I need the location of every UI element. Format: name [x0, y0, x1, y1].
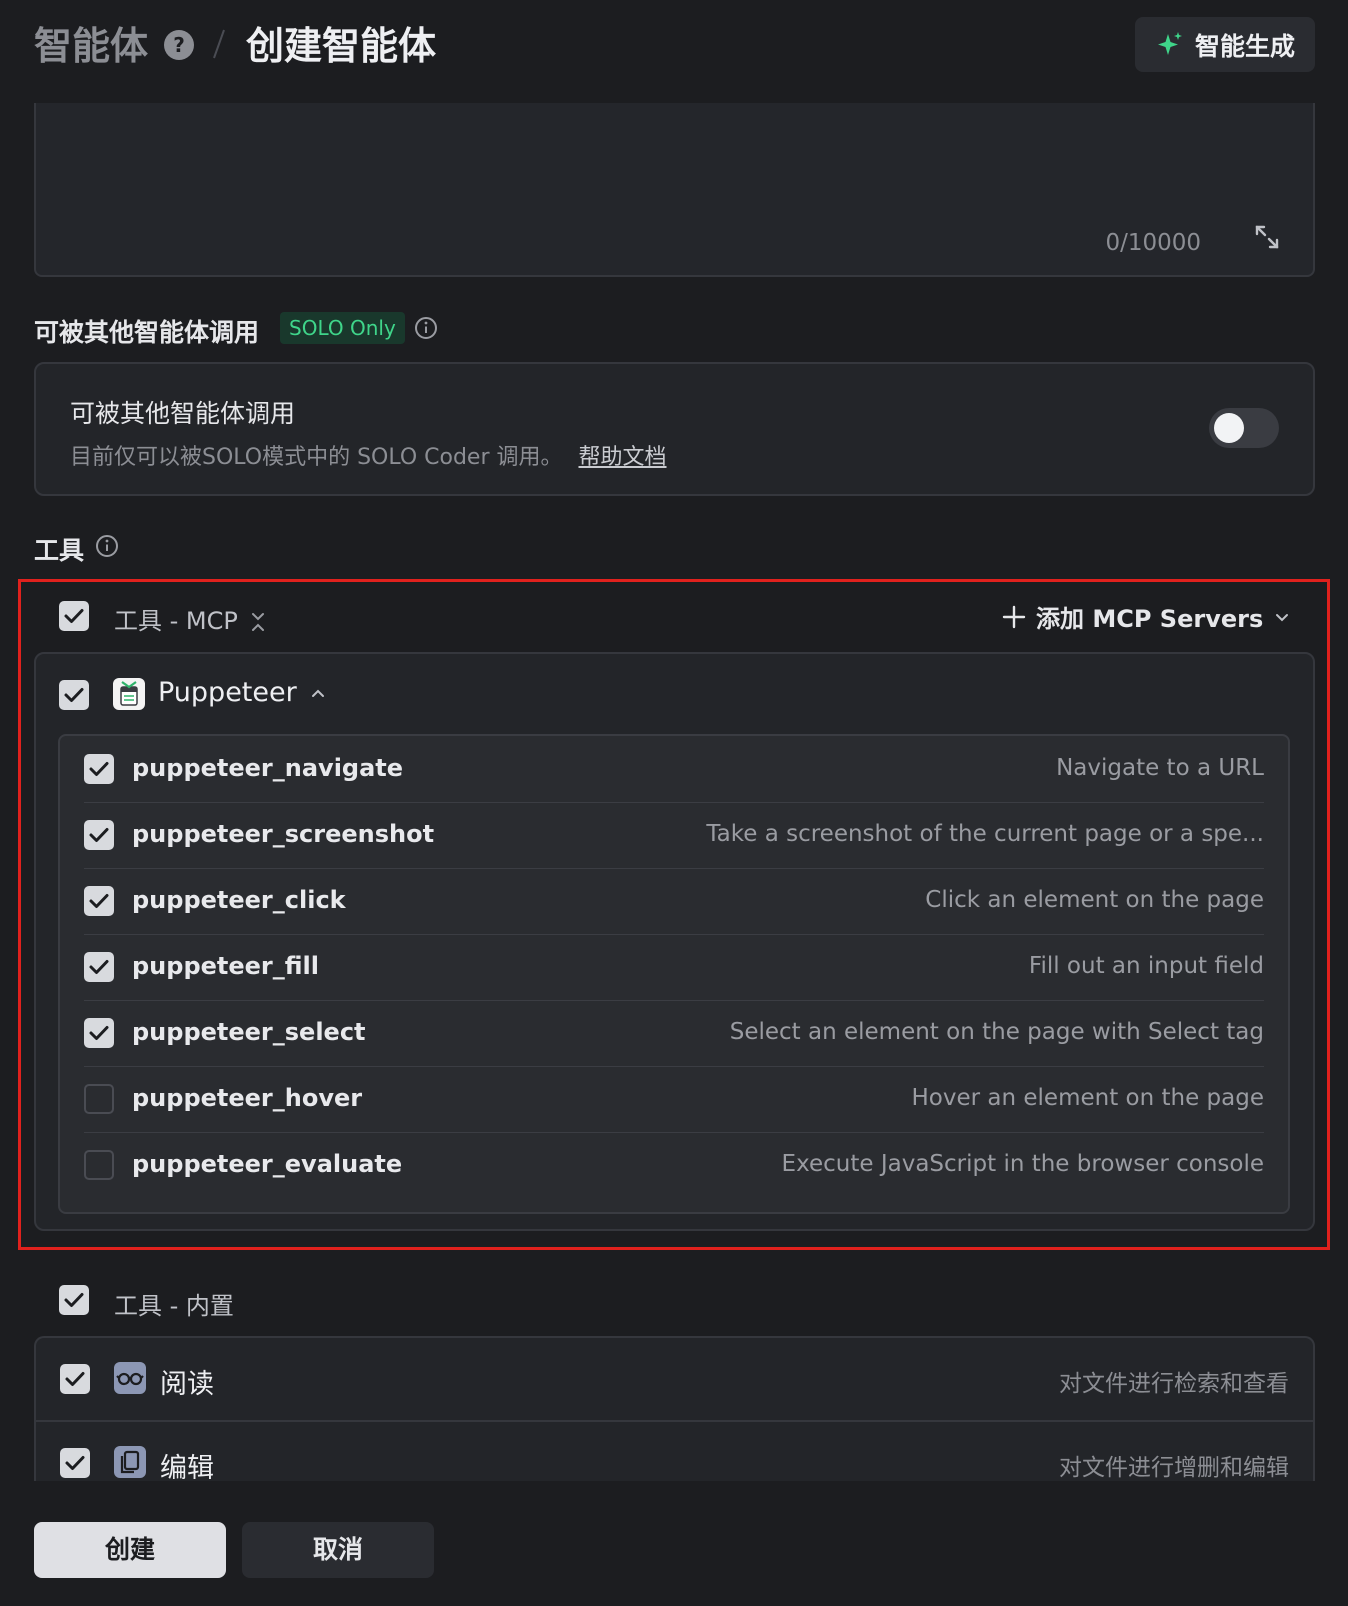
callable-card: 可被其他智能体调用 目前仅可以被SOLO模式中的 SOLO Coder 调用。帮… [34, 362, 1315, 496]
info-icon[interactable] [95, 534, 119, 558]
smart-generate-label: 智能生成 [1194, 31, 1295, 61]
cancel-button[interactable]: 取消 [242, 1522, 434, 1578]
prompt-textarea[interactable]: 0/10000 [34, 103, 1315, 277]
breadcrumb-separator [213, 29, 225, 59]
glasses-icon [114, 1362, 146, 1394]
builtin-description: 对文件进行增删和编辑 [1059, 1455, 1289, 1481]
builtin-name: 阅读 [160, 1369, 214, 1400]
callable-description: 目前仅可以被SOLO模式中的 SOLO Coder 调用。 帮助文档 [70, 439, 667, 471]
builtin-tools-checkbox[interactable] [59, 1285, 89, 1315]
check-icon [65, 1456, 85, 1470]
builtin-row-read[interactable]: 阅读 对文件进行检索和查看 [36, 1338, 1313, 1420]
sparkle-icon [1157, 31, 1182, 55]
builtin-description: 对文件进行检索和查看 [1059, 1371, 1289, 1397]
read-checkbox[interactable] [60, 1364, 90, 1394]
create-button[interactable]: 创建 [34, 1522, 226, 1578]
smart-generate-button[interactable]: 智能生成 [1135, 17, 1315, 72]
char-counter: 0/10000 [1105, 230, 1201, 256]
copy-file-icon [114, 1446, 146, 1478]
builtin-tools-card: 阅读 对文件进行检索和查看 编辑 对文件进行增删和编辑 [34, 1336, 1315, 1481]
callable-toggle[interactable] [1209, 408, 1279, 448]
expand-icon[interactable] [1253, 223, 1281, 251]
builtin-tools-label: 工具 - 内置 [114, 1292, 234, 1320]
check-icon [65, 1372, 85, 1386]
builtin-name: 编辑 [160, 1453, 214, 1481]
check-icon [64, 1293, 84, 1307]
callable-section-title: 可被其他智能体调用 [34, 318, 260, 347]
breadcrumb-root[interactable]: 智能体 [34, 18, 148, 74]
tools-section-title: 工具 [34, 536, 85, 565]
solo-only-badge: SOLO Only [280, 312, 405, 344]
edit-checkbox[interactable] [60, 1448, 90, 1478]
page-title: 创建智能体 [246, 24, 437, 68]
info-icon[interactable] [414, 316, 438, 340]
highlight-frame [18, 579, 1330, 1250]
callable-title: 可被其他智能体调用 [70, 399, 296, 428]
builtin-row-edit[interactable]: 编辑 对文件进行增删和编辑 [36, 1420, 1313, 1481]
help-doc-link[interactable]: 帮助文档 [579, 445, 667, 470]
help-icon[interactable]: ? [164, 30, 194, 60]
toggle-knob [1214, 413, 1244, 443]
callable-description-text: 目前仅可以被SOLO模式中的 SOLO Coder 调用。 [70, 445, 563, 470]
